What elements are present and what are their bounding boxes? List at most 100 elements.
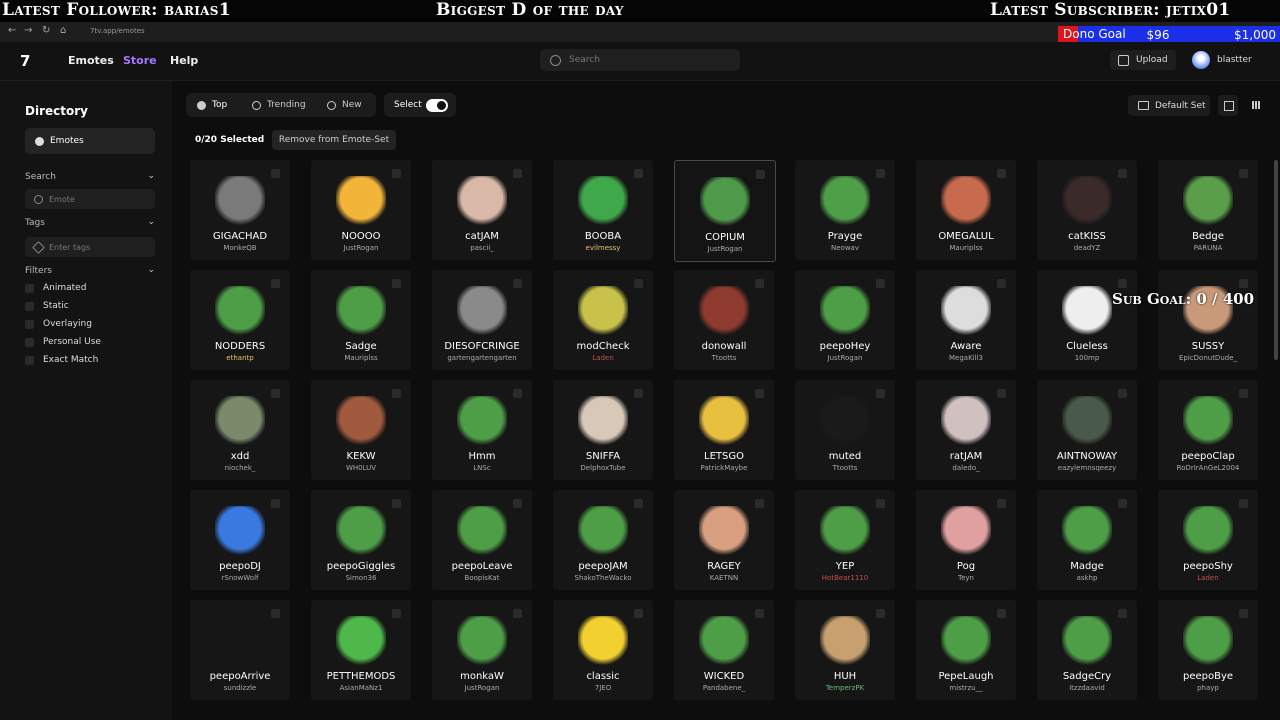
select-checkbox[interactable]	[876, 609, 885, 618]
emote-author[interactable]: mistrzu__	[916, 684, 1016, 692]
default-set-button[interactable]: Default Set	[1128, 95, 1210, 116]
search-section-header[interactable]: Search ⌄	[25, 171, 155, 182]
select-checkbox[interactable]	[1118, 169, 1127, 178]
back-arrow-icon[interactable]: ←	[8, 25, 16, 36]
emote-author[interactable]: EpicDonutDude_	[1158, 354, 1258, 362]
select-checkbox[interactable]	[1239, 169, 1248, 178]
emote-card[interactable]: SUSSY EpicDonutDude_	[1158, 270, 1258, 370]
emote-author[interactable]: daledo_	[916, 464, 1016, 472]
select-checkbox[interactable]	[1239, 279, 1248, 288]
select-checkbox[interactable]	[392, 169, 401, 178]
select-checkbox[interactable]	[392, 609, 401, 618]
emote-author[interactable]: MonkeQB	[190, 244, 290, 252]
select-checkbox[interactable]	[392, 499, 401, 508]
tags-input[interactable]: Enter tags	[25, 237, 155, 257]
select-checkbox[interactable]	[755, 279, 764, 288]
emote-card[interactable]: Clueless 100mp	[1037, 270, 1137, 370]
filter-exact-match[interactable]: Exact Match	[25, 355, 98, 365]
emote-author[interactable]: deadYZ	[1037, 244, 1137, 252]
emote-author[interactable]: JustRogan	[795, 354, 895, 362]
emote-card[interactable]: YEP HotBear1110	[795, 490, 895, 590]
emote-card[interactable]: LETSGO PatrickMaybe	[674, 380, 774, 480]
emote-card[interactable]: OMEGALUL Mauriplss	[916, 160, 1016, 260]
global-search-input[interactable]: Search	[540, 49, 740, 71]
emote-author[interactable]: TemperzPK	[795, 684, 895, 692]
select-checkbox[interactable]	[634, 609, 643, 618]
emote-card[interactable]: SadgeCry itzzdaavid	[1037, 600, 1137, 700]
select-checkbox[interactable]	[271, 499, 280, 508]
emote-card[interactable]: muted Ttootts	[795, 380, 895, 480]
emote-author[interactable]: LNSc	[432, 464, 532, 472]
select-checkbox[interactable]	[755, 499, 764, 508]
select-checkbox[interactable]	[997, 389, 1006, 398]
emote-card[interactable]: donowall Ttootts	[674, 270, 774, 370]
emote-author[interactable]: sundizzle	[190, 684, 290, 692]
checkbox[interactable]	[25, 355, 34, 365]
emote-author[interactable]: pascii_	[432, 244, 532, 252]
emote-card[interactable]: peepoClap RoDrIrAnGeL2004	[1158, 380, 1258, 480]
emote-author[interactable]: evilmessy	[553, 244, 653, 252]
emote-card[interactable]: NOOOO JustRogan	[311, 160, 411, 260]
emote-author[interactable]: Ttootts	[795, 464, 895, 472]
emote-author[interactable]: Laden	[1158, 574, 1258, 582]
select-checkbox[interactable]	[1239, 609, 1248, 618]
select-checkbox[interactable]	[271, 389, 280, 398]
emote-author[interactable]: HotBear1110	[795, 574, 895, 582]
checkbox[interactable]	[25, 337, 34, 347]
emote-author[interactable]: itzzdaavid	[1037, 684, 1137, 692]
emote-author[interactable]: niochek_	[190, 464, 290, 472]
emote-card[interactable]: monkaW JustRogan	[432, 600, 532, 700]
emote-author[interactable]: eazylemnsqeezy	[1037, 464, 1137, 472]
home-icon[interactable]: ⌂	[60, 25, 66, 36]
emote-author[interactable]: Neowav	[795, 244, 895, 252]
emote-card[interactable]: AINTNOWAY eazylemnsqeezy	[1037, 380, 1137, 480]
emote-card[interactable]: PETTHEMODS AsianMaNz1	[311, 600, 411, 700]
select-checkbox[interactable]	[634, 389, 643, 398]
emote-author[interactable]: gartengartengarten	[432, 354, 532, 362]
select-checkbox[interactable]	[1239, 499, 1248, 508]
emote-author[interactable]: Simon36	[311, 574, 411, 582]
emote-card[interactable]: SNIFFA DelphoxTube	[553, 380, 653, 480]
emote-author[interactable]: Ttootts	[674, 354, 774, 362]
emote-card[interactable]: Sadge Mauriplss	[311, 270, 411, 370]
select-checkbox[interactable]	[756, 170, 765, 179]
emote-card[interactable]: COPIUM JustRogan	[674, 160, 776, 262]
emote-author[interactable]: 100mp	[1037, 354, 1137, 362]
nav-link-emotes[interactable]: Emotes	[68, 54, 114, 67]
tags-section-header[interactable]: Tags ⌄	[25, 217, 155, 228]
select-checkbox[interactable]	[513, 499, 522, 508]
select-checkbox[interactable]	[392, 389, 401, 398]
select-checkbox[interactable]	[755, 609, 764, 618]
emote-card[interactable]: KEKW WH0LUV	[311, 380, 411, 480]
emote-card[interactable]: Madge askhp	[1037, 490, 1137, 590]
nav-link-help[interactable]: Help	[170, 54, 198, 67]
select-checkbox[interactable]	[513, 169, 522, 178]
filter-overlaying[interactable]: Overlaying	[25, 319, 92, 329]
emote-card[interactable]: modCheck Laden	[553, 270, 653, 370]
emote-author[interactable]: askhp	[1037, 574, 1137, 582]
select-checkbox[interactable]	[876, 169, 885, 178]
emote-card[interactable]: peepoBye phayp	[1158, 600, 1258, 700]
emote-author[interactable]: ShakoTheWacko	[553, 574, 653, 582]
emote-author[interactable]: JustRogan	[675, 245, 775, 253]
select-checkbox[interactable]	[634, 499, 643, 508]
emote-author[interactable]: JustRogan	[432, 684, 532, 692]
select-checkbox[interactable]	[876, 499, 885, 508]
tab-top[interactable]: Top	[197, 100, 227, 110]
emote-author[interactable]: Mauriplss	[916, 244, 1016, 252]
emote-author[interactable]: RoDrIrAnGeL2004	[1158, 464, 1258, 472]
emote-card[interactable]: peepoGiggles Simon36	[311, 490, 411, 590]
emote-card[interactable]: peepoDJ rSnowWolf	[190, 490, 290, 590]
select-checkbox[interactable]	[876, 389, 885, 398]
emote-card[interactable]: Hmm LNSc	[432, 380, 532, 480]
tab-new[interactable]: New	[327, 100, 362, 110]
emote-author[interactable]: Laden	[553, 354, 653, 362]
emote-author[interactable]: DelphoxTube	[553, 464, 653, 472]
emote-card[interactable]: peepoLeave BoopisKat	[432, 490, 532, 590]
emote-card[interactable]: peepoHey JustRogan	[795, 270, 895, 370]
emote-card[interactable]: WICKED Pandabene_	[674, 600, 774, 700]
select-checkbox[interactable]	[997, 499, 1006, 508]
emote-author[interactable]: Pandabene_	[674, 684, 774, 692]
emote-author[interactable]: PatrickMaybe	[674, 464, 774, 472]
emote-author[interactable]: Teyn	[916, 574, 1016, 582]
